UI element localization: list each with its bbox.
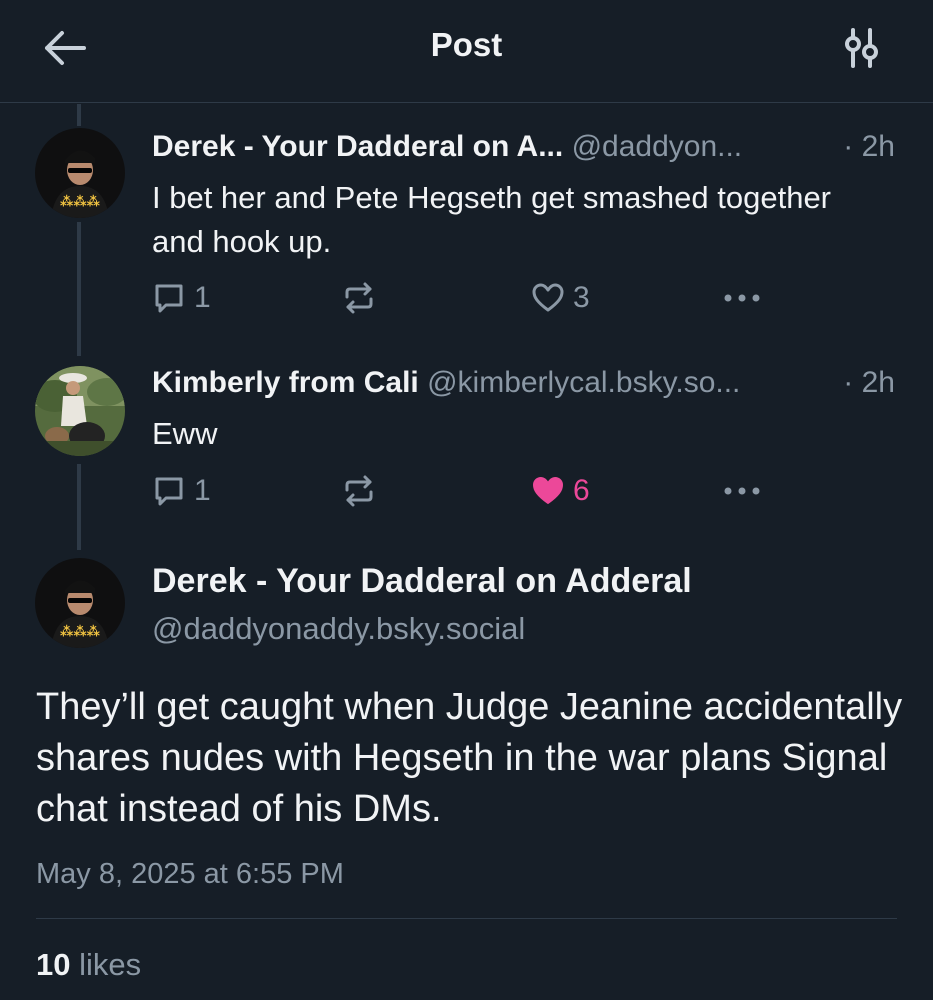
post-text: They’ll get caught when Judge Jeanine ac… <box>36 686 903 830</box>
thread-line <box>77 464 81 550</box>
top-bar: Post <box>0 0 933 103</box>
author-handle[interactable]: @daddyonaddy.bsky.social <box>152 611 525 647</box>
reply-button[interactable]: 1 <box>152 474 211 508</box>
reply-count: 1 <box>194 474 211 507</box>
svg-text:⁂⁂⁂: ⁂⁂⁂ <box>60 195 101 210</box>
avatar[interactable]: ⁂⁂⁂ <box>35 558 125 648</box>
more-options-button[interactable] <box>722 474 762 508</box>
heart-outline-icon <box>532 283 564 312</box>
sliders-icon <box>845 28 878 68</box>
like-count: 6 <box>573 474 590 507</box>
post-timestamp: May 8, 2025 at 6:55 PM <box>36 858 344 890</box>
likes-count-link[interactable]: 10 likes <box>36 947 141 983</box>
more-dots-icon <box>724 294 760 302</box>
post-time: · 2h <box>837 366 895 400</box>
divider <box>36 918 897 919</box>
more-dots-icon <box>724 487 760 495</box>
svg-text:⁂⁂⁂: ⁂⁂⁂ <box>60 625 101 640</box>
reply-button[interactable]: 1 <box>152 281 211 315</box>
repost-button[interactable] <box>342 474 376 508</box>
author-handle[interactable]: @daddyon... <box>572 130 743 163</box>
post-time: · 2h <box>837 130 895 164</box>
repost-icon <box>345 475 373 507</box>
avatar[interactable]: ⁂⁂⁂ <box>35 128 125 218</box>
like-count: 3 <box>573 281 590 314</box>
repost-button[interactable] <box>342 281 376 315</box>
like-button[interactable]: 3 <box>531 281 590 315</box>
post-text: I bet her and Pete Hegseth get smashed t… <box>152 180 832 259</box>
avatar[interactable] <box>35 366 125 456</box>
more-options-button[interactable] <box>722 281 762 315</box>
reply-count: 1 <box>194 281 211 314</box>
author-name[interactable]: Kimberly from Cali <box>152 366 419 399</box>
author-name[interactable]: Derek - Your Dadderal on Adderal <box>152 562 692 601</box>
like-button[interactable]: 6 <box>531 474 590 508</box>
author-handle[interactable]: @kimberlycal.bsky.so... <box>427 366 740 399</box>
post-text: Eww <box>152 416 218 451</box>
likes-number: 10 <box>36 947 71 982</box>
author-name[interactable]: Derek - Your Dadderal on A... <box>152 130 563 163</box>
chat-bubble-icon <box>155 477 183 506</box>
page-title: Post <box>430 26 503 63</box>
thread-line <box>77 222 81 356</box>
repost-icon <box>345 282 373 314</box>
thread-line <box>77 104 81 126</box>
likes-label: likes <box>79 947 142 982</box>
chat-bubble-icon <box>155 284 183 313</box>
heart-filled-icon <box>533 477 563 504</box>
thread-settings-button[interactable] <box>838 26 886 70</box>
